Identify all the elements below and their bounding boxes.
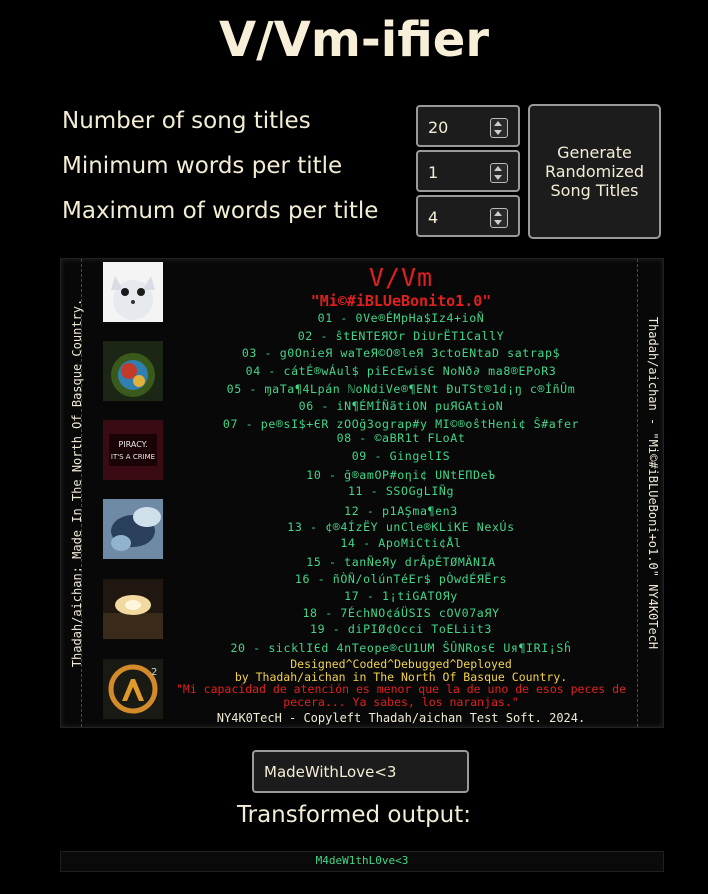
white-cat-thumbnail: [103, 262, 163, 322]
count-value: 20: [428, 118, 449, 137]
piracy-thumb-text-2: IT'S A CRIME: [111, 453, 155, 461]
app-title: V/Vm-ifier: [218, 12, 490, 68]
track-11: 11 - SSOGgLIÑg: [347, 484, 455, 498]
min-words-stepper[interactable]: [490, 163, 508, 183]
min-words-input[interactable]: 1: [416, 150, 520, 192]
quote-text: "Mi capacidad de atención es menor que l…: [175, 682, 627, 709]
track-14: 14 - ApoMiCti¢Ål: [340, 536, 462, 550]
track-06: 06 - iN¶ÉMÍÑãtiON puЯGAtioN: [298, 399, 504, 413]
track-18: 18 - 7ÉchNO¢áÜSIS cOV07aЯY: [302, 606, 500, 620]
track-05: 05 - ɱaTa¶4Lpán ℕoNdiVe®¶ENt ĐuTSt®1d¡ŋ …: [226, 382, 576, 396]
colorful-spiral-thumbnail: [103, 341, 163, 401]
track-03: 03 - g0OnieЯ waTeЯ©O®leЯ 3ctoENtaD satra…: [241, 346, 561, 360]
blue-abstract-thumbnail: [103, 499, 163, 559]
count-label: Number of song titles: [62, 108, 311, 134]
output-box: M4deW1thL0ve<3: [60, 851, 664, 872]
track-04: 04 - cátÉ®wÁul$ piEcEwisЄ NoNð∂ ma8®EPoR…: [245, 364, 557, 378]
track-20: 20 - sicklIЄd 4nTeope®cU1UM ŜÛNRosЄ Uя¶I…: [230, 641, 572, 655]
min-words-value: 1: [428, 163, 439, 182]
spine-left-text: Thadah/aichan: Made In The North Of Basq…: [70, 298, 84, 668]
chevron-up-icon[interactable]: [494, 166, 502, 171]
count-input[interactable]: 20: [416, 105, 520, 147]
text-input[interactable]: MadeWithLove<3: [252, 750, 469, 793]
album-title: "Mi©#iBLUeBonito1.0": [310, 292, 492, 310]
track-15: 15 - tanÑeЯy drÂpÉTØMÄNIA: [306, 555, 496, 569]
chevron-down-icon[interactable]: [494, 130, 502, 135]
credit-line-1: Designed^Coded^Debugged^Deployed: [290, 657, 512, 671]
track-09: 09 - GingelIS: [351, 449, 451, 463]
output-label: Transformed output:: [236, 802, 472, 828]
count-stepper[interactable]: [490, 118, 508, 138]
track-12: 12 - p1AŞma¶en3: [344, 504, 458, 518]
track-01: 01 - 0Ve®ÉMpHa$Iz4+ioÑ: [317, 311, 485, 325]
band-name: V/Vm: [368, 263, 434, 292]
half-life-2-logo-thumbnail: 2: [103, 659, 163, 719]
max-words-label: Maximum of words per title: [62, 198, 379, 224]
min-words-label: Minimum words per title: [62, 153, 343, 179]
chevron-up-icon[interactable]: [494, 121, 502, 126]
track-10: 10 - ğ®amOP#oηi¢ UNtEΠDeЪ: [306, 468, 496, 482]
album-cover: Thadah/aichan: Made In The North Of Basq…: [60, 258, 664, 728]
chevron-down-icon[interactable]: [494, 220, 502, 225]
generate-button[interactable]: Generate Randomized Song Titles: [528, 104, 661, 239]
piracy-thumb-text-1: PIRACY.: [118, 440, 147, 449]
max-words-input[interactable]: 4: [416, 195, 520, 237]
copyright-text: NY4K0TecH - Copyleft Thadah/aichan Test …: [216, 711, 586, 725]
track-16: 16 - ñÒÑ/olúnTéЕr$ pÒwdÉЯËrs: [294, 572, 508, 586]
chevron-up-icon[interactable]: [494, 211, 502, 216]
track-19: 19 - diPIØ¢Occi ToELiit3: [310, 622, 492, 636]
max-words-stepper[interactable]: [490, 208, 508, 228]
max-words-value: 4: [428, 208, 439, 227]
chevron-down-icon[interactable]: [494, 175, 502, 180]
track-08: 08 - ©aBR1t FLoAt: [336, 431, 466, 445]
track-17: 17 - 1¡tiGATOЯy: [344, 589, 458, 603]
piracy-its-a-crime-thumbnail: PIRACY. IT'S A CRIME: [103, 420, 163, 480]
track-02: 02 - ŝtENTEЯ℧r DiUrËT1CallY: [297, 329, 505, 343]
track-13: 13 - ¢®4ÍzËY unCle®KLiKE NexÚs: [287, 520, 515, 534]
dark-light-thumbnail: [103, 579, 163, 639]
